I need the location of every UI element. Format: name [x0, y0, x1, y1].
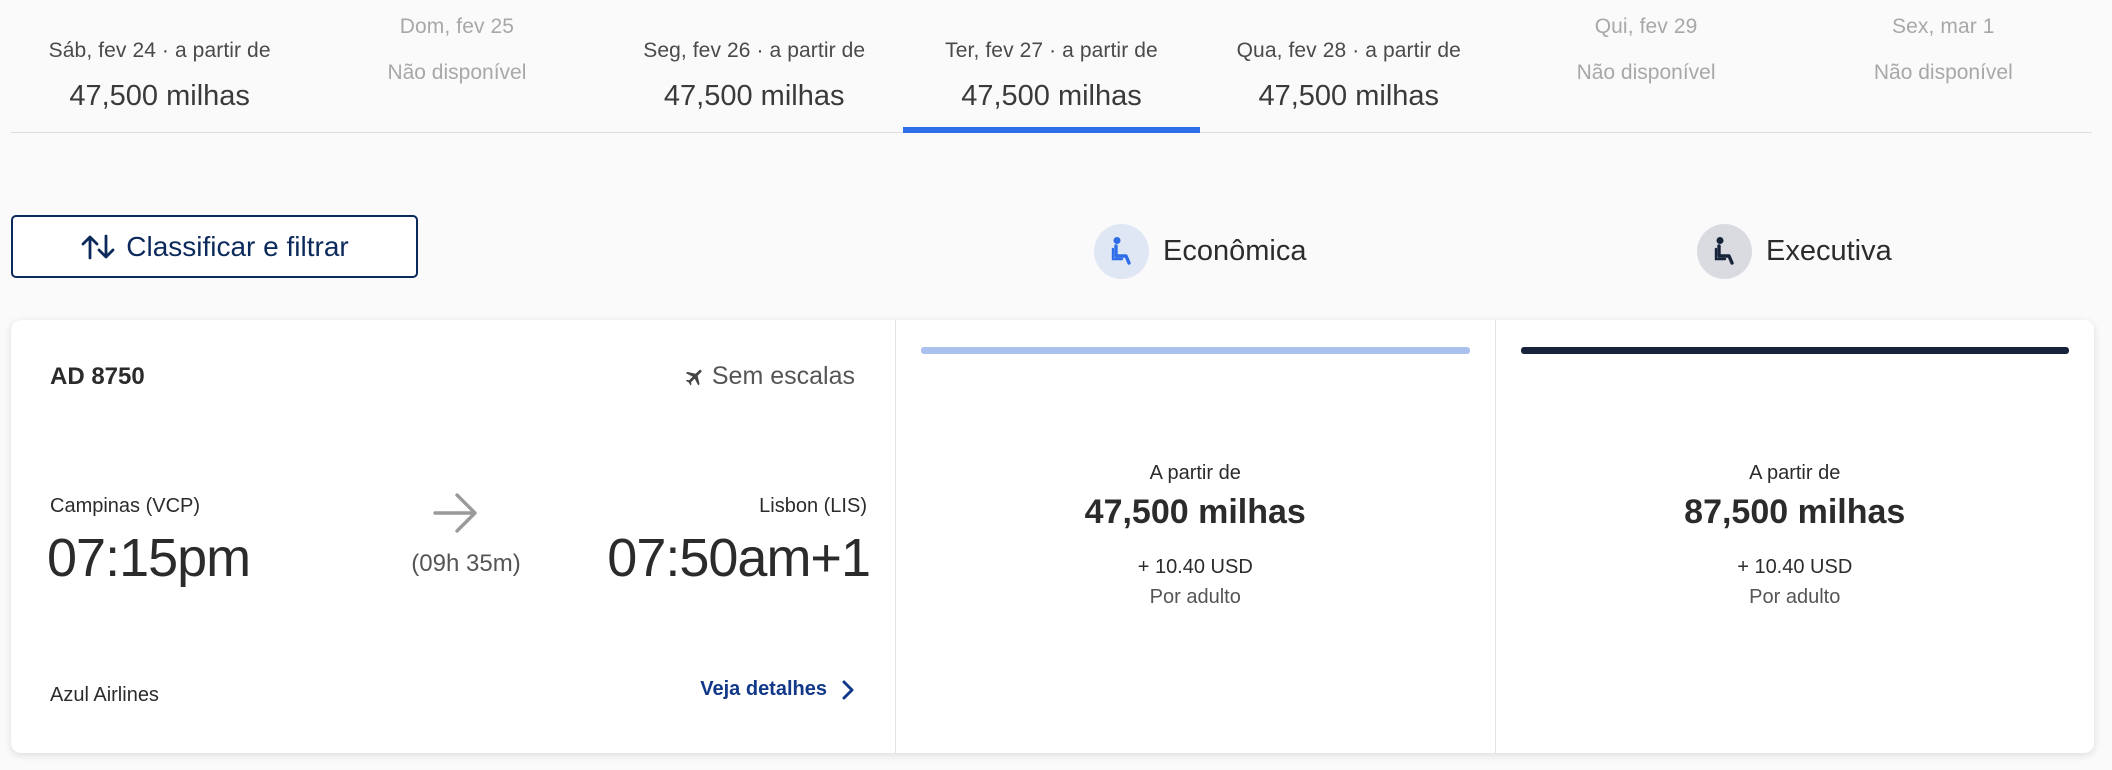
- see-details-link[interactable]: Veja detalhes: [700, 678, 855, 701]
- sort-filter-label: Classificar e filtrar: [126, 230, 349, 262]
- fare-price: 87,500 milhas: [1684, 493, 1906, 531]
- date-tabs: Sáb, fev 24 · a partir de 47,500 milhas …: [11, 0, 2092, 133]
- date-tab-label: Sáb, fev 24 · a partir de: [48, 39, 271, 62]
- flight-number: AD 8750: [50, 363, 145, 390]
- stops-info: Sem escalas: [684, 362, 855, 391]
- date-tab-value: 47,500 milhas: [69, 80, 250, 112]
- date-tab[interactable]: Seg, fev 26 · a partir de 47,500 milhas: [606, 0, 903, 132]
- destination-city: Lisbon (LIS): [759, 495, 867, 517]
- date-tab[interactable]: Qui, fev 29 Não disponível: [1497, 0, 1794, 132]
- date-tab-value: 47,500 milhas: [961, 80, 1142, 112]
- date-tab[interactable]: Sex, mar 1 Não disponível: [1795, 0, 2092, 132]
- date-tab-label: Sex, mar 1: [1892, 15, 1995, 38]
- departure-time: 07:15pm: [47, 528, 251, 588]
- flight-card: AD 8750 Sem escalas Campinas (VCP) 07:15…: [11, 320, 2094, 753]
- sort-filter-button[interactable]: Classificar e filtrar: [11, 215, 418, 278]
- date-tab[interactable]: Dom, fev 25 Não disponível: [308, 0, 605, 132]
- flight-info: AD 8750 Sem escalas Campinas (VCP) 07:15…: [11, 320, 896, 753]
- date-tab[interactable]: Sáb, fev 24 · a partir de 47,500 milhas: [11, 0, 308, 132]
- airline-name: Azul Airlines: [50, 684, 159, 706]
- fare-per-adult: Por adulto: [1149, 586, 1241, 608]
- arrow-right-icon: [433, 493, 477, 533]
- fare-option-economy[interactable]: A partir de 47,500 milhas + 10.40 USD Po…: [896, 320, 1495, 753]
- fare-price: 47,500 milhas: [1084, 493, 1306, 531]
- date-tab-value: Não disponível: [387, 61, 527, 84]
- date-tab-label: Ter, fev 27 · a partir de: [945, 39, 1158, 62]
- date-tab-value: Não disponível: [1873, 61, 2013, 84]
- date-tab-label: Seg, fev 26 · a partir de: [643, 39, 866, 62]
- origin-city: Campinas (VCP): [50, 495, 201, 517]
- stops-label: Sem escalas: [711, 362, 855, 390]
- chevron-right-icon: [842, 680, 854, 699]
- sort-arrows-icon: [81, 234, 115, 259]
- date-tab[interactable]: Ter, fev 27 · a partir de 47,500 milhas: [902, 0, 1201, 133]
- fare-bar-economy: [921, 347, 1470, 354]
- cabin-header-executive: Executiva: [1697, 223, 1892, 279]
- fare-option-executive[interactable]: A partir de 87,500 milhas + 10.40 USD Po…: [1494, 320, 2095, 753]
- seat-icon: [1697, 223, 1752, 279]
- seat-icon: [1094, 223, 1149, 279]
- fare-tax: + 10.40 USD: [1137, 556, 1253, 578]
- fare-per-adult: Por adulto: [1749, 586, 1841, 608]
- arrival-time: 07:50am+1: [607, 528, 871, 588]
- cabin-label-executive: Executiva: [1766, 234, 1892, 267]
- airplane-icon: [685, 369, 702, 385]
- date-tab-label: Qui, fev 29: [1594, 15, 1698, 38]
- fare-from-label: A partir de: [1149, 462, 1241, 484]
- flight-duration: (09h 35m): [411, 550, 521, 577]
- fare-bar-executive: [1520, 347, 2069, 354]
- date-tab-value: 47,500 milhas: [663, 80, 845, 112]
- date-tab-value: 47,500 milhas: [1258, 80, 1440, 112]
- cabin-label-economy: Econômica: [1163, 234, 1307, 267]
- date-tab[interactable]: Qua, fev 28 · a partir de 47,500 milhas: [1200, 0, 1497, 132]
- date-tab-label: Dom, fev 25: [399, 15, 515, 38]
- fare-tax: + 10.40 USD: [1737, 556, 1853, 578]
- cabin-header-economy: Econômica: [1094, 223, 1306, 279]
- date-tab-label: Qua, fev 28 · a partir de: [1236, 39, 1461, 62]
- date-tab-value: Não disponível: [1576, 61, 1716, 84]
- fare-from-label: A partir de: [1749, 462, 1841, 484]
- see-details-label: Veja detalhes: [700, 678, 827, 700]
